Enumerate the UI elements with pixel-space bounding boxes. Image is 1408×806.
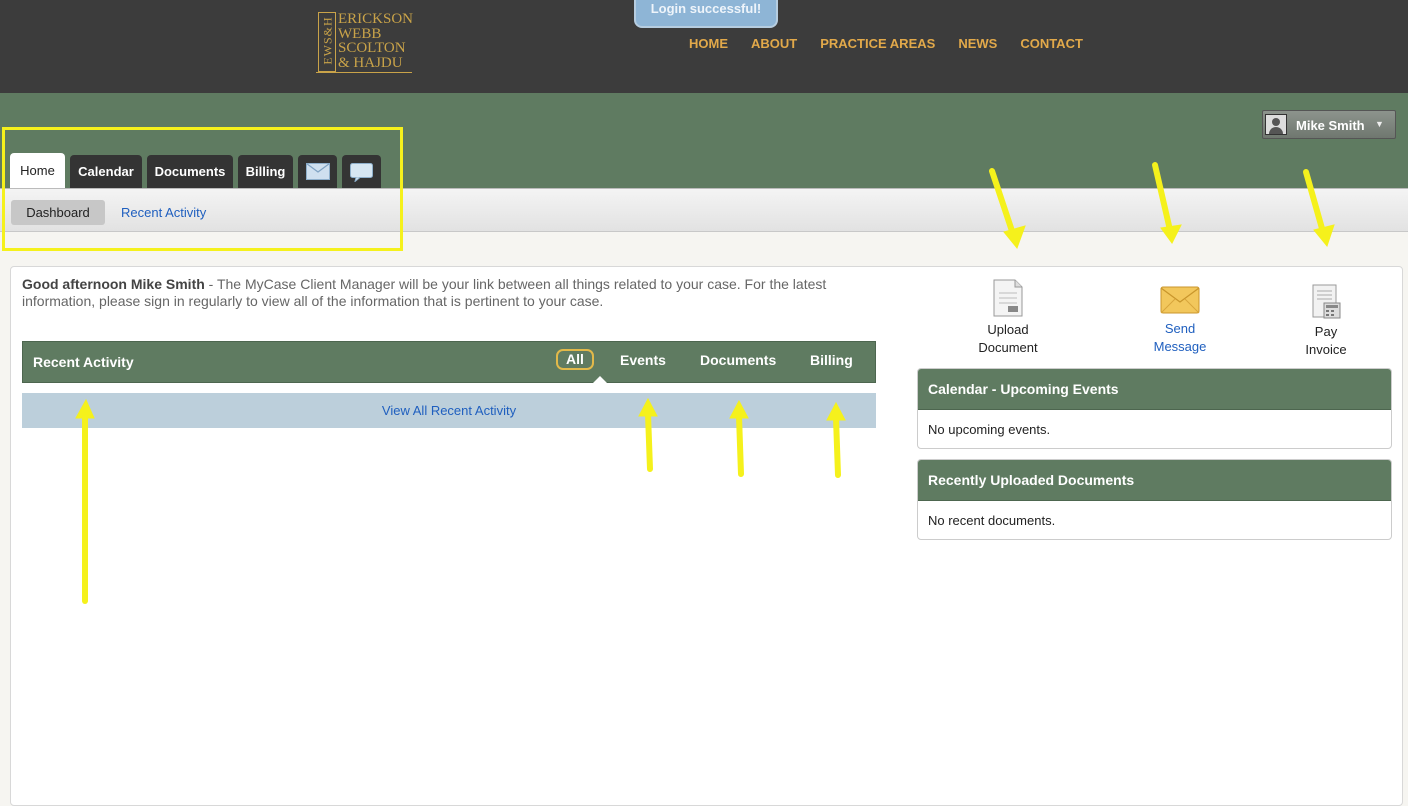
main-nav: HOME ABOUT PRACTICE AREAS NEWS CONTACT — [689, 36, 1083, 51]
active-filter-pointer — [593, 376, 607, 383]
documents-panel-body: No recent documents. — [918, 500, 1391, 539]
nav-about[interactable]: ABOUT — [751, 36, 797, 51]
upload-document-button[interactable]: Upload Document — [968, 279, 1048, 357]
filter-billing[interactable]: Billing — [810, 352, 853, 368]
view-all-activity-link[interactable]: View All Recent Activity — [22, 393, 876, 428]
upload-label-2: Document — [978, 340, 1038, 355]
envelope-icon — [1160, 286, 1200, 314]
recent-activity-header: Recent Activity All Events Documents Bil… — [22, 341, 876, 383]
pay-invoice-button[interactable]: Pay Invoice — [1291, 282, 1361, 359]
tab-chat[interactable] — [342, 155, 381, 189]
filter-all[interactable]: All — [556, 349, 594, 370]
calendar-panel-title: Calendar - Upcoming Events — [918, 369, 1391, 409]
filter-documents[interactable]: Documents — [700, 352, 776, 368]
nav-practice-areas[interactable]: PRACTICE AREAS — [820, 36, 935, 51]
firm-logo[interactable]: EWS&H ERICKSON WEBB SCOLTON & HAJDU — [316, 12, 414, 74]
tab-mail[interactable] — [298, 155, 337, 189]
user-name: Mike Smith — [1296, 118, 1365, 133]
recent-activity-title: Recent Activity — [33, 354, 134, 370]
pay-label-2: Invoice — [1305, 342, 1347, 357]
nav-contact[interactable]: CONTACT — [1020, 36, 1083, 51]
subtab-dashboard[interactable]: Dashboard — [11, 200, 105, 225]
greeting-text: Good afternoon Mike Smith - The MyCase C… — [22, 276, 852, 310]
tab-home[interactable]: Home — [10, 153, 65, 189]
filter-events[interactable]: Events — [620, 352, 666, 368]
send-label-1: Send — [1164, 321, 1196, 336]
mail-icon — [305, 163, 330, 180]
subtab-recent-activity[interactable]: Recent Activity — [121, 205, 206, 220]
greeting-name: Good afternoon Mike Smith — [22, 276, 205, 292]
tab-billing[interactable]: Billing — [238, 155, 293, 189]
nav-news[interactable]: NEWS — [958, 36, 997, 51]
user-menu-button[interactable]: Mike Smith ▼ — [1262, 110, 1396, 139]
send-message-button[interactable]: Send Message — [1140, 282, 1220, 356]
tab-documents[interactable]: Documents — [147, 155, 233, 189]
avatar-icon — [1265, 114, 1287, 135]
send-label-2: Message — [1153, 339, 1207, 354]
chevron-down-icon: ▼ — [1375, 119, 1384, 129]
invoice-icon — [1312, 284, 1341, 319]
logo-text: ERICKSON WEBB SCOLTON & HAJDU — [338, 11, 414, 71]
calendar-panel-body: No upcoming events. — [918, 409, 1391, 448]
documents-panel-title: Recently Uploaded Documents — [918, 460, 1391, 500]
logo-monogram: EWS&H — [318, 12, 336, 72]
sub-nav-bar: Dashboard Recent Activity — [0, 188, 1408, 232]
nav-home[interactable]: HOME — [689, 36, 728, 51]
document-icon — [993, 279, 1023, 317]
pay-label-1: Pay — [1314, 324, 1338, 339]
logo-underline — [316, 72, 412, 73]
upload-label-1: Upload — [987, 322, 1029, 337]
calendar-panel: Calendar - Upcoming Events No upcoming e… — [917, 368, 1392, 449]
login-toast: Login successful! — [634, 0, 778, 28]
chat-icon — [350, 163, 373, 183]
documents-panel: Recently Uploaded Documents No recent do… — [917, 459, 1392, 540]
tab-calendar[interactable]: Calendar — [70, 155, 142, 189]
